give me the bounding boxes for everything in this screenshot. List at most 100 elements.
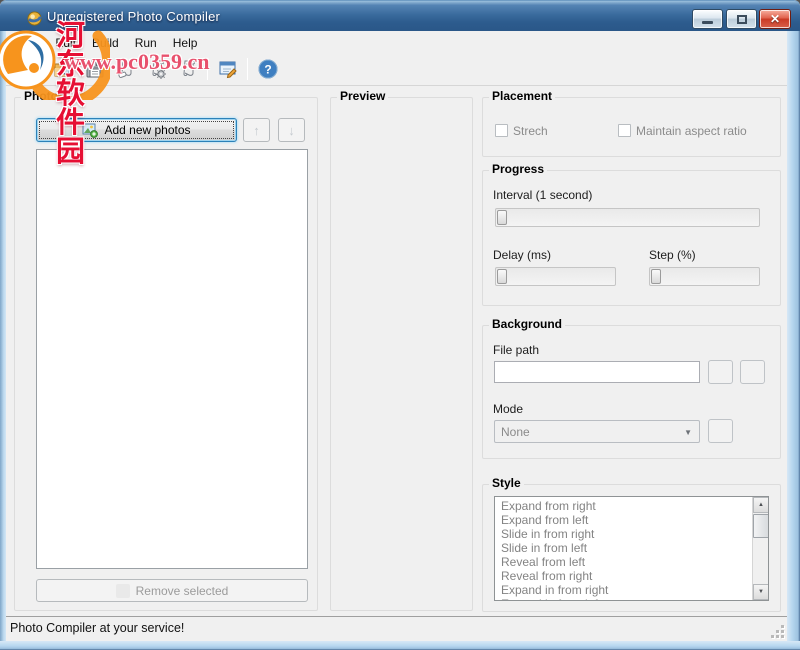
menu-build[interactable]: Build xyxy=(84,33,127,53)
background-group-title: Background xyxy=(489,317,565,331)
style-option[interactable]: Expand in from right xyxy=(495,583,751,597)
photo-list[interactable] xyxy=(36,149,308,569)
step-label: Step (%) xyxy=(649,248,696,262)
stretch-label: Strech xyxy=(513,124,548,138)
photos-group: Photos Add new photos ↑ ↓ Remo xyxy=(14,97,318,611)
toolbar-build-button[interactable] xyxy=(141,55,172,82)
status-bar: Photo Compiler at your service! xyxy=(6,617,787,641)
menu-edit[interactable]: Edit xyxy=(47,33,84,53)
scroll-down-icon: ▼ xyxy=(758,589,764,595)
window-title: Unregistered Photo Compiler xyxy=(47,9,220,24)
toolbar-open-button[interactable] xyxy=(48,55,79,82)
step-slider-thumb[interactable] xyxy=(651,269,661,284)
placement-group-title: Placement xyxy=(489,89,555,103)
interval-label: Interval (1 second) xyxy=(493,188,592,202)
interval-slider-thumb[interactable] xyxy=(497,210,507,225)
background-group: Background File path Mode None ▼ xyxy=(482,325,781,459)
move-photo-up-button[interactable]: ↑ xyxy=(243,118,270,142)
script-icon xyxy=(177,58,199,80)
status-message: Photo Compiler at your service! xyxy=(10,621,184,635)
window-border-bottom xyxy=(0,641,800,650)
move-photo-down-button[interactable]: ↓ xyxy=(278,118,305,142)
style-option[interactable]: Reveal from right xyxy=(495,569,751,583)
interval-slider[interactable] xyxy=(495,208,760,227)
file-path-input[interactable] xyxy=(494,361,700,383)
title-bar[interactable]: Unregistered Photo Compiler ✕ xyxy=(0,0,800,31)
script-clean-icon xyxy=(115,58,137,80)
file-path-label: File path xyxy=(493,343,539,357)
app-window: Unregistered Photo Compiler ✕ File Edit … xyxy=(0,0,800,650)
style-listbox[interactable]: Expand from right Expand from left Slide… xyxy=(494,496,769,601)
scroll-down-button[interactable]: ▼ xyxy=(753,584,769,600)
open-folder-search-icon xyxy=(53,58,75,80)
toolbar-separator xyxy=(207,58,208,80)
style-options: Expand from right Expand from left Slide… xyxy=(495,499,751,601)
scroll-up-button[interactable]: ▲ xyxy=(753,497,769,513)
minimize-icon xyxy=(702,21,713,24)
svg-text:?: ? xyxy=(264,62,271,76)
clear-file-button[interactable] xyxy=(740,360,765,384)
preview-group-title: Preview xyxy=(337,89,388,103)
toolbar-script-button[interactable] xyxy=(172,55,203,82)
menu-run[interactable]: Run xyxy=(127,33,165,53)
close-icon: ✕ xyxy=(770,12,780,26)
menu-file[interactable]: File xyxy=(12,33,47,53)
client-area: File Edit Build Run Help xyxy=(6,31,787,641)
maximize-icon xyxy=(737,15,747,24)
style-option[interactable]: Expand from right xyxy=(495,499,751,513)
dropdown-arrow-icon: ▼ xyxy=(684,428,692,437)
style-group: Style Expand from right Expand from left… xyxy=(482,484,781,612)
scrollbar-thumb[interactable] xyxy=(753,514,769,538)
down-arrow-icon: ↓ xyxy=(288,123,295,138)
app-icon xyxy=(27,11,42,26)
step-slider[interactable] xyxy=(649,267,760,286)
style-option[interactable]: Expand in from left xyxy=(495,597,751,601)
toolbar-compile-button[interactable] xyxy=(8,55,39,82)
resize-grip[interactable] xyxy=(771,625,784,638)
save-floppy-icon xyxy=(84,58,106,80)
menu-bar: File Edit Build Run Help xyxy=(12,33,205,53)
remove-selected-button[interactable]: Remove selected xyxy=(36,579,308,602)
window-border-right xyxy=(787,31,800,650)
style-option[interactable]: Expand from left xyxy=(495,513,751,527)
style-scrollbar[interactable]: ▲ ▼ xyxy=(752,497,768,600)
help-icon: ? xyxy=(257,58,279,80)
mode-dropdown[interactable]: None ▼ xyxy=(494,420,700,443)
toolbar-help-button[interactable]: ? xyxy=(252,55,283,82)
close-button[interactable]: ✕ xyxy=(759,9,791,29)
stretch-checkbox[interactable] xyxy=(495,124,508,137)
minimize-button[interactable] xyxy=(692,9,723,29)
style-option[interactable]: Slide in from right xyxy=(495,527,751,541)
compile-screen-icon xyxy=(13,58,35,80)
style-option[interactable]: Slide in from left xyxy=(495,541,751,555)
register-window-icon xyxy=(217,58,239,80)
style-option[interactable]: Reveal from left xyxy=(495,555,751,569)
mode-apply-button[interactable] xyxy=(708,419,733,443)
maximize-button[interactable] xyxy=(726,9,757,29)
delay-slider[interactable] xyxy=(495,267,616,286)
preview-group: Preview xyxy=(330,97,473,611)
delay-label: Delay (ms) xyxy=(493,248,551,262)
script-build-icon xyxy=(146,58,168,80)
photos-group-title: Photos xyxy=(21,89,68,103)
toolbar-separator xyxy=(43,58,44,80)
add-photos-button[interactable]: Add new photos xyxy=(36,118,237,142)
browse-file-button[interactable] xyxy=(708,360,733,384)
progress-group: Progress Interval (1 second) Delay (ms) … xyxy=(482,170,781,306)
maintain-aspect-label: Maintain aspect ratio xyxy=(636,124,747,138)
add-photos-label: Add new photos xyxy=(104,123,190,137)
menu-help[interactable]: Help xyxy=(165,33,206,53)
remove-selected-label: Remove selected xyxy=(136,584,229,598)
scroll-up-icon: ▲ xyxy=(758,502,764,508)
add-photo-icon xyxy=(82,122,98,138)
progress-group-title: Progress xyxy=(489,162,547,176)
toolbar-clean-button[interactable] xyxy=(110,55,141,82)
toolbar-save-button[interactable] xyxy=(79,55,110,82)
maintain-aspect-checkbox[interactable] xyxy=(618,124,631,137)
remove-icon xyxy=(116,584,130,598)
style-group-title: Style xyxy=(489,476,524,490)
toolbar-separator xyxy=(247,58,248,80)
delay-slider-thumb[interactable] xyxy=(497,269,507,284)
toolbar-register-button[interactable] xyxy=(212,55,243,82)
placement-group: Placement Strech Maintain aspect ratio xyxy=(482,97,781,157)
